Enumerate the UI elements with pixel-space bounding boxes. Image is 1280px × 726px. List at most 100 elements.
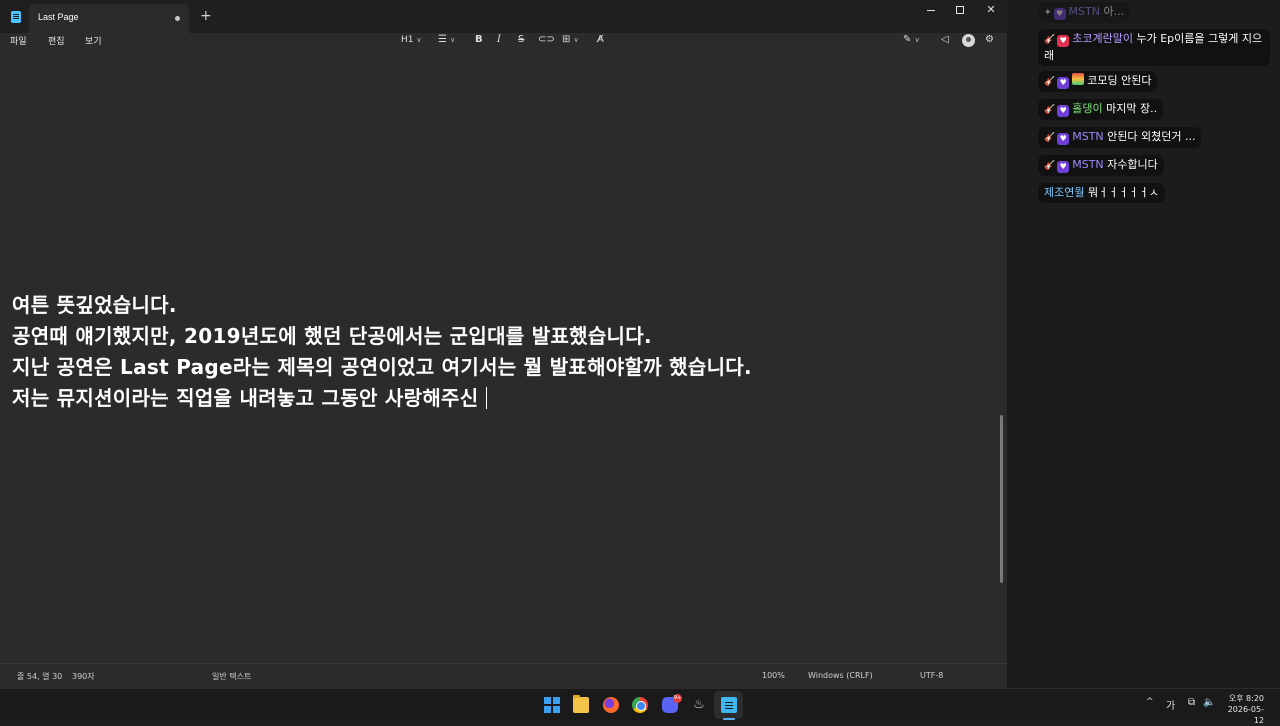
clock-date: 2026-05-12 <box>1227 705 1264 725</box>
chat-message: 🎸 ♥ 초코계란말이 누가 Ep이름을 그렇게 지으래 <box>1038 29 1270 66</box>
show-hidden-icons-button[interactable]: ^ <box>1146 697 1154 707</box>
document-line: 여튼 뜻깊었습니다. <box>12 293 177 317</box>
chat-text: 뭐ㅓㅓㅓㅓㅓㅅ <box>1087 186 1159 199</box>
status-bar: 줄 54, 열 30 390자 일반 텍스트 100% Windows (CRL… <box>0 663 1007 688</box>
strikethrough-button[interactable]: S <box>518 33 524 47</box>
link-icon[interactable]: ⊂⊃ <box>538 33 555 47</box>
heart-badge-icon: ♥ <box>1057 133 1070 145</box>
ime-indicator[interactable]: 가 <box>1166 697 1175 712</box>
tab-title: Last Page <box>38 12 79 22</box>
chat-message: 🎸 ♥ MSTN 안된다 외쳤던거 ... <box>1038 127 1202 148</box>
chevron-down-icon: ∨ <box>914 36 920 44</box>
file-format[interactable]: 일반 텍스트 <box>212 671 251 682</box>
document-line: 공연때 얘기했지만, 2019년도에 했던 단공에서는 군입대를 발표했습니다. <box>12 324 652 348</box>
italic-button[interactable]: I <box>497 33 501 47</box>
document-body[interactable]: 여튼 뜻깊었습니다. 공연때 얘기했지만, 2019년도에 했던 단공에서는 군입… <box>12 290 752 414</box>
guitar-icon: 🎸 <box>1044 105 1056 115</box>
chevron-down-icon: ∨ <box>573 36 579 44</box>
text-caret <box>486 387 488 409</box>
firefox-icon[interactable] <box>603 697 619 713</box>
menu-bar: 파일 편집 보기 H1 ∨ ☰ ∨ B I S ⊂⊃ ⊞ ∨ A̸ ✎ ∨ ◁ … <box>0 33 1007 52</box>
steam-icon[interactable]: ♨ <box>691 697 707 713</box>
windows-start-icon[interactable] <box>544 697 560 713</box>
file-explorer-icon[interactable] <box>573 695 589 713</box>
heart-badge-icon: ♥ <box>1053 8 1066 20</box>
volume-icon[interactable]: 🔈 <box>1203 697 1215 708</box>
system-clock[interactable]: 오후 8:20 2026-05-12 <box>1224 693 1264 726</box>
line-ending[interactable]: Windows (CRLF) <box>808 671 873 680</box>
unsaved-dot-icon[interactable] <box>175 16 180 21</box>
chat-text: 마지막 장.. <box>1106 102 1158 115</box>
clear-format-icon[interactable]: A̸ <box>597 33 604 47</box>
discord-notification-badge: 9+ <box>673 694 682 703</box>
chat-nick: 제조연월 <box>1044 186 1085 199</box>
table-icon: ⊞ <box>562 34 571 45</box>
minimize-icon <box>927 9 935 11</box>
chat-text: 안된다 외쳤던거 ... <box>1107 130 1196 143</box>
chat-overlay: ✦ ♥ MSTN 아... 🎸 ♥ 초코계란말이 누가 Ep이름을 그렇게 지으래 🎸 ♥… <box>1007 0 1280 688</box>
menu-file[interactable]: 파일 <box>10 34 27 47</box>
pen-sparkle-icon: ✎ <box>903 34 912 45</box>
guitar-icon: 🎸 <box>1044 133 1056 143</box>
network-icon[interactable]: ⧉ <box>1188 697 1195 708</box>
encoding[interactable]: UTF-8 <box>920 671 943 680</box>
menu-edit[interactable]: 편집 <box>48 34 65 47</box>
chat-message: 제조연월 뭐ㅓㅓㅓㅓㅓㅅ <box>1038 183 1165 203</box>
bold-button[interactable]: B <box>475 33 483 47</box>
menu-view[interactable]: 보기 <box>85 34 102 47</box>
maximize-button[interactable] <box>945 3 975 16</box>
heart-badge-icon: ♥ <box>1057 35 1070 47</box>
vertical-scrollbar[interactable] <box>1000 415 1003 583</box>
chat-nick: MSTN <box>1072 158 1104 171</box>
character-count: 390자 <box>72 672 95 681</box>
chat-message: ✦ ♥ MSTN 아... <box>1038 2 1131 23</box>
chat-text: 안된다 <box>1121 74 1152 87</box>
text-editor[interactable]: 여튼 뜻깊었습니다. 공연때 얘기했지만, 2019년도에 했던 단공에서는 군입… <box>0 52 1007 663</box>
notepad-window: Last Page + ✕ 파일 편집 보기 H1 ∨ ☰ ∨ B I S ⊂⊃… <box>0 0 1007 688</box>
chat-nick: 초코계란말이 <box>1072 32 1133 45</box>
announce-icon[interactable]: ◁ <box>941 33 949 47</box>
heart-badge-icon: ♥ <box>1057 105 1070 117</box>
chat-message: 🎸 ♥ MSTN 자수합니다 <box>1038 155 1164 176</box>
document-line: 지난 공연은 Last Page라는 제목의 공연이었고 여기서는 뭘 발표해야… <box>12 355 752 379</box>
clock-time: 오후 8:20 <box>1228 694 1264 703</box>
document-line-last: 저는 뮤지션이라는 직업을 내려놓고 그동안 사랑해주신 <box>12 383 752 414</box>
document-line: 저는 뮤지션이라는 직업을 내려놓고 그동안 사랑해주신 <box>12 386 479 410</box>
chat-nick: 홀댕이 <box>1072 102 1103 115</box>
chat-nick: MSTN <box>1072 130 1104 143</box>
chat-nick: 코모딩 <box>1087 74 1118 87</box>
taskbar: 9+ ♨ ^ 가 ⧉ 🔈 오후 8:20 2026-05-12 <box>0 688 1280 725</box>
minimize-button[interactable] <box>916 3 946 16</box>
chat-nick: MSTN <box>1068 5 1100 18</box>
notepad-app-icon <box>11 11 21 23</box>
chevron-down-icon: ∨ <box>450 36 456 44</box>
heading-dropdown[interactable]: H1 ∨ <box>401 33 422 47</box>
chat-text: 자수합니다 <box>1107 158 1158 171</box>
title-bar: Last Page + ✕ <box>0 0 1007 33</box>
chat-text: 아... <box>1103 5 1125 18</box>
heart-badge-icon: ♥ <box>1057 161 1070 173</box>
gear-icon[interactable]: ⚙ <box>985 33 994 47</box>
chrome-icon[interactable] <box>632 697 648 713</box>
chevron-down-icon: ∨ <box>416 36 422 44</box>
guitar-icon: 🎸 <box>1044 35 1056 45</box>
guitar-icon: 🎸 <box>1044 77 1056 87</box>
close-button[interactable]: ✕ <box>976 3 1006 16</box>
zoom-level[interactable]: 100% <box>762 671 785 680</box>
rainbow-badge-icon <box>1072 73 1085 85</box>
list-icon: ☰ <box>438 34 447 45</box>
guitar-icon: 🎸 <box>1044 161 1056 171</box>
list-dropdown[interactable]: ☰ ∨ <box>438 33 455 47</box>
heart-badge-icon: ♥ <box>1057 77 1070 89</box>
new-tab-button[interactable]: + <box>200 9 212 23</box>
notepad-taskbar-icon[interactable] <box>721 697 737 713</box>
heading-label: H1 <box>401 35 414 45</box>
table-dropdown[interactable]: ⊞ ∨ <box>562 33 579 47</box>
guitar-icon: ✦ <box>1044 8 1052 18</box>
cursor-position: 줄 54, 열 30 <box>17 672 63 681</box>
avatar[interactable] <box>962 34 975 47</box>
maximize-icon <box>956 6 964 14</box>
tab-last-page[interactable]: Last Page <box>29 4 189 33</box>
copilot-dropdown[interactable]: ✎ ∨ <box>903 33 920 47</box>
chat-message: 🎸 ♥ 코모딩 안된다 <box>1038 71 1158 92</box>
